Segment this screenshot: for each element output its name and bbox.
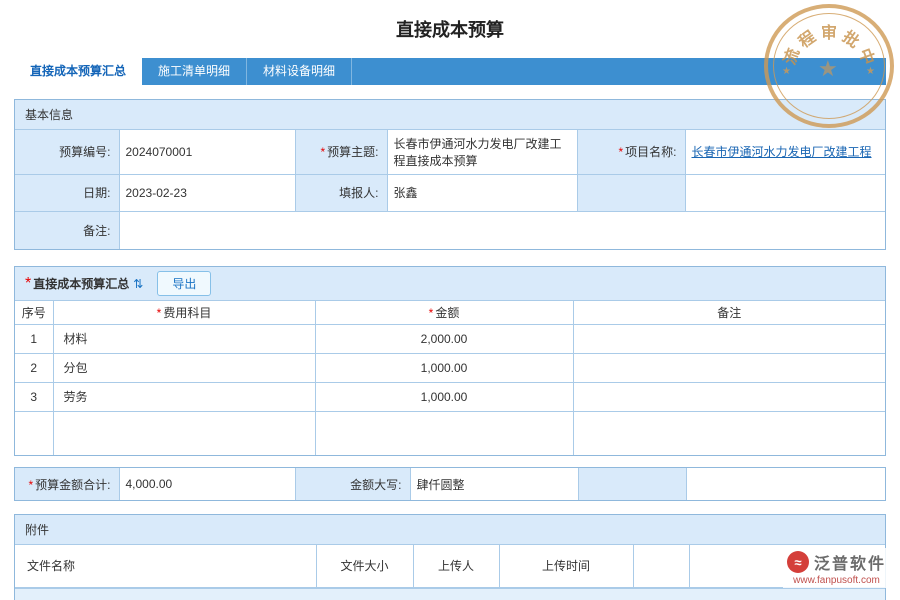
required-marker: * <box>429 306 434 320</box>
page: 直接成本预算 流 程 审 批 中 ★ ★ ★ 直接成本预算汇总 施工清单明细 材… <box>0 0 900 600</box>
col-header-upload-time: 上传时间 <box>499 545 633 587</box>
required-marker: * <box>28 478 33 492</box>
reporter-label-text: 填报人: <box>339 186 378 200</box>
total-amount-value: 4,000.00 <box>119 468 295 500</box>
empty-value-cell <box>686 468 885 500</box>
row-subject: 劳务 <box>53 382 315 411</box>
col-header-cost-subject-text: 费用科目 <box>163 306 211 320</box>
row-subject: 分包 <box>53 353 315 382</box>
date-value: 2023-02-23 <box>119 174 295 211</box>
row-no: 1 <box>15 324 53 353</box>
budget-subject-label-text: 预算主题: <box>327 145 378 159</box>
attachments-section-title: 附件 <box>15 515 885 545</box>
project-name-label: *项目名称: <box>577 130 685 174</box>
page-title: 直接成本预算 <box>0 0 900 40</box>
reporter-value: 张鑫 <box>387 174 577 211</box>
tab-budget-summary[interactable]: 直接成本预算汇总 <box>14 58 142 85</box>
remark-label-text: 备注: <box>83 224 110 238</box>
tab-bar: 直接成本预算汇总 施工清单明细 材料设备明细 <box>14 58 886 85</box>
amount-in-words-label-text: 金额大写: <box>350 478 401 492</box>
row-no: 3 <box>15 382 53 411</box>
total-amount-label-text: 预算金额合计: <box>35 478 110 492</box>
col-header-file-name: 文件名称 <box>15 545 316 587</box>
empty-header-cell <box>633 545 689 587</box>
table-row: 2 分包 1,000.00 <box>15 353 885 382</box>
empty-cell <box>53 411 315 455</box>
summary-header: * 直接成本预算汇总 ⇅ 导出 <box>15 267 885 301</box>
col-header-no: 序号 <box>15 301 53 324</box>
col-header-cost-subject: *费用科目 <box>53 301 315 324</box>
basic-info-section-title: 基本信息 <box>15 100 885 130</box>
basic-info-table: 预算编号: 2024070001 *预算主题: 长春市伊通河水力发电厂改建工程直… <box>15 130 885 249</box>
tab-construction-list-detail[interactable]: 施工清单明细 <box>142 58 247 85</box>
totals-panel: *预算金额合计: 4,000.00 金额大写: 肆仟圆整 <box>14 467 886 501</box>
row-amount: 2,000.00 <box>315 324 573 353</box>
total-amount-label: *预算金额合计: <box>15 468 119 500</box>
empty-cell <box>15 411 53 455</box>
date-label: 日期: <box>15 174 119 211</box>
sort-icon[interactable]: ⇅ <box>133 277 143 291</box>
row-subject: 材料 <box>53 324 315 353</box>
amount-in-words-label: 金额大写: <box>295 468 410 500</box>
col-header-amount-text: 金额 <box>435 306 459 320</box>
empty-label-cell <box>578 468 686 500</box>
vendor-logo-row: ≈ 泛普软件 <box>787 550 886 574</box>
row-amount: 1,000.00 <box>315 353 573 382</box>
col-header-remark: 备注 <box>573 301 885 324</box>
empty-table-row <box>15 411 885 455</box>
col-header-amount: *金额 <box>315 301 573 324</box>
budget-subject-label: *预算主题: <box>295 130 387 174</box>
summary-table: 序号 *费用科目 *金额 备注 1 材料 2,000.00 2 分包 1,000… <box>15 301 885 455</box>
vendor-logo: ≈ 泛普软件 www.fanpusoft.com <box>783 548 890 588</box>
empty-value-cell <box>685 174 885 211</box>
vendor-url: www.fanpusoft.com <box>787 575 886 586</box>
required-marker: * <box>320 145 325 159</box>
row-remark <box>573 353 885 382</box>
attachments-table: 文件名称 文件大小 上传人 上传时间 <box>15 545 885 588</box>
vendor-name: 泛普软件 <box>814 550 886 574</box>
totals-table: *预算金额合计: 4,000.00 金额大写: 肆仟圆整 <box>15 468 885 500</box>
basic-info-panel: 基本信息 预算编号: 2024070001 *预算主题: 长春市伊通河水力发电厂… <box>14 99 886 250</box>
required-marker: * <box>25 275 31 293</box>
attachments-empty-row <box>15 588 885 600</box>
budget-no-label-text: 预算编号: <box>59 145 110 159</box>
table-row: 1 材料 2,000.00 <box>15 324 885 353</box>
required-marker: * <box>157 306 162 320</box>
col-header-file-size: 文件大小 <box>316 545 413 587</box>
budget-no-label: 预算编号: <box>15 130 119 174</box>
budget-no-value: 2024070001 <box>119 130 295 174</box>
remark-label: 备注: <box>15 211 119 249</box>
project-name-link[interactable]: 长春市伊通河水力发电厂改建工程 <box>692 145 872 159</box>
required-marker: * <box>618 145 623 159</box>
row-remark <box>573 382 885 411</box>
attachments-panel: 附件 文件名称 文件大小 上传人 上传时间 <box>14 514 886 600</box>
amount-in-words-value: 肆仟圆整 <box>410 468 578 500</box>
attachments-header-row: 文件名称 文件大小 上传人 上传时间 <box>15 545 885 587</box>
empty-cell <box>573 411 885 455</box>
reporter-label: 填报人: <box>295 174 387 211</box>
project-name-label-text: 项目名称: <box>625 145 676 159</box>
summary-header-row: 序号 *费用科目 *金额 备注 <box>15 301 885 324</box>
empty-cell <box>315 411 573 455</box>
row-amount: 1,000.00 <box>315 382 573 411</box>
tab-material-equipment-detail[interactable]: 材料设备明细 <box>247 58 352 85</box>
row-remark <box>573 324 885 353</box>
project-name-cell: 长春市伊通河水力发电厂改建工程 <box>685 130 885 174</box>
summary-panel: * 直接成本预算汇总 ⇅ 导出 序号 *费用科目 *金额 备注 1 材料 2,0… <box>14 266 886 456</box>
export-button[interactable]: 导出 <box>157 271 211 296</box>
date-label-text: 日期: <box>83 186 110 200</box>
empty-label-cell <box>577 174 685 211</box>
budget-subject-value: 长春市伊通河水力发电厂改建工程直接成本预算 <box>387 130 577 174</box>
summary-section-title: 直接成本预算汇总 <box>33 275 129 292</box>
col-header-uploader: 上传人 <box>413 545 499 587</box>
table-row: 3 劳务 1,000.00 <box>15 382 885 411</box>
row-no: 2 <box>15 353 53 382</box>
remark-value <box>119 211 885 249</box>
vendor-logo-icon: ≈ <box>787 551 809 573</box>
